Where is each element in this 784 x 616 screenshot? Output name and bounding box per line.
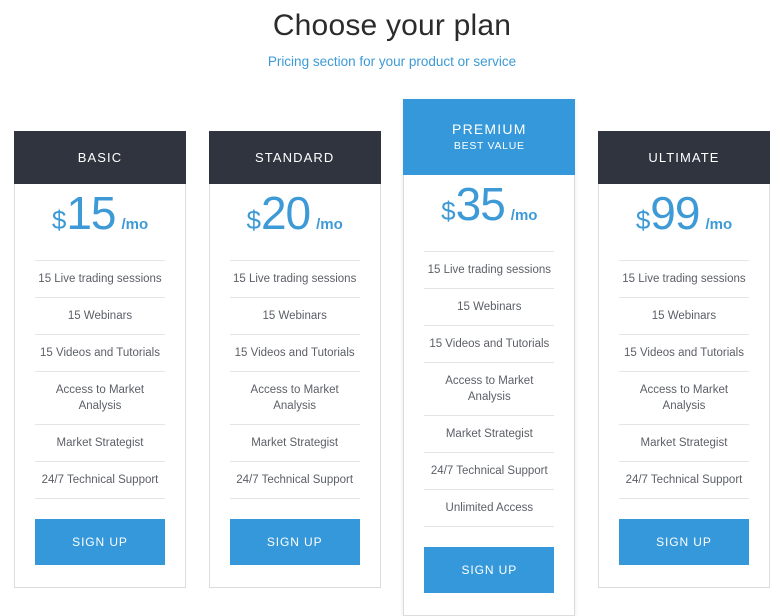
price-amount: 15 [66, 187, 116, 239]
feature-item: Market Strategist [229, 424, 360, 461]
plan-tagline: BEST VALUE [453, 140, 525, 152]
signup-button[interactable]: SIGN UP [618, 519, 749, 565]
plan-name: BASIC [77, 149, 123, 165]
feature-list: 15 Live trading sessions 15 Webinars 15 Vi… [599, 260, 769, 499]
cta-container: SIGN UP [404, 527, 574, 615]
feature-item: Market Strategist [618, 424, 749, 461]
page-subtitle: Pricing section for your product or serv… [267, 54, 517, 69]
plan-price: $15/mo [15, 184, 185, 260]
feature-list: 15 Live trading sessions 15 Webinars 15 Vi… [210, 260, 380, 499]
feature-item: 15 Live trading sessions [618, 260, 749, 297]
price-period: /mo [121, 216, 149, 233]
feature-item: 15 Videos and Tutorials [229, 334, 360, 371]
price-amount: 99 [650, 187, 700, 239]
page-title: Choose your plan [272, 9, 512, 42]
feature-item: Access to Market Analysis [618, 371, 749, 424]
feature-item: Market Strategist [35, 424, 165, 461]
feature-item: Access to Market Analysis [424, 362, 555, 415]
price-currency: $ [635, 205, 651, 235]
feature-item: 15 Videos and Tutorials [424, 325, 555, 362]
feature-item: 15 Webinars [618, 297, 749, 334]
feature-item: Market Strategist [424, 415, 555, 452]
feature-item: 24/7 Technical Support [618, 461, 749, 499]
feature-item: 15 Webinars [35, 297, 165, 334]
signup-button[interactable]: SIGN UP [35, 519, 165, 565]
feature-list: 15 Live trading sessions 15 Webinars 15 Vi… [15, 260, 185, 499]
cta-container: SIGN UP [15, 499, 185, 587]
card-header: ULTIMATE [597, 131, 770, 184]
pricing-cards-row: BASIC $15/mo 15 Live trading sessions 15 We… [14, 99, 770, 616]
price-currency: $ [441, 196, 456, 226]
plan-price: $99/mo [599, 184, 769, 260]
feature-item: Unlimited Access [424, 489, 555, 527]
feature-item: 15 Videos and Tutorials [618, 334, 749, 371]
price-currency: $ [246, 205, 261, 235]
feature-item: Access to Market Analysis [35, 371, 165, 424]
plan-name: STANDARD [254, 149, 335, 165]
price-period: /mo [510, 207, 538, 224]
plan-name: PREMIUM [452, 121, 527, 137]
card-header: BASIC [14, 131, 186, 184]
feature-item: 15 Webinars [229, 297, 360, 334]
cta-container: SIGN UP [599, 499, 769, 587]
feature-item: 15 Webinars [424, 288, 555, 325]
card-header: PREMIUM BEST VALUE [403, 99, 576, 175]
card-header: STANDARD [208, 131, 381, 184]
feature-item: 15 Live trading sessions [35, 260, 165, 297]
price-period: /mo [316, 216, 343, 233]
feature-item: 24/7 Technical Support [424, 452, 555, 489]
feature-item: 24/7 Technical Support [35, 461, 165, 499]
pricing-heading: Choose your plan Pricing section for you… [0, 0, 784, 72]
feature-list: 15 Live trading sessions 15 Webinars 15 Vi… [404, 251, 574, 527]
feature-item: 15 Live trading sessions [424, 251, 555, 288]
price-period: /mo [705, 216, 733, 233]
feature-item: 24/7 Technical Support [229, 461, 360, 499]
price-amount: 20 [260, 187, 311, 239]
pricing-card-ultimate: ULTIMATE $99/mo 15 Live trading sessions 15… [597, 131, 770, 588]
plan-name: ULTIMATE [648, 149, 720, 165]
pricing-page: Choose your plan Pricing section for you… [0, 0, 784, 616]
price-amount: 35 [455, 178, 506, 230]
feature-item: 15 Live trading sessions [229, 260, 360, 297]
signup-button[interactable]: SIGN UP [229, 519, 360, 565]
signup-button[interactable]: SIGN UP [424, 547, 555, 593]
cta-container: SIGN UP [210, 499, 380, 587]
pricing-card-premium: PREMIUM BEST VALUE $35/mo 15 Live trading s… [403, 99, 576, 616]
pricing-card-standard: STANDARD $20/mo 15 Live trading sessions 15… [208, 131, 381, 588]
price-currency: $ [51, 205, 67, 235]
feature-item: 15 Videos and Tutorials [35, 334, 165, 371]
feature-item: Access to Market Analysis [229, 371, 360, 424]
plan-price: $35/mo [404, 175, 574, 251]
pricing-card-basic: BASIC $15/mo 15 Live trading sessions 15 We… [14, 131, 186, 588]
plan-price: $20/mo [210, 184, 380, 260]
